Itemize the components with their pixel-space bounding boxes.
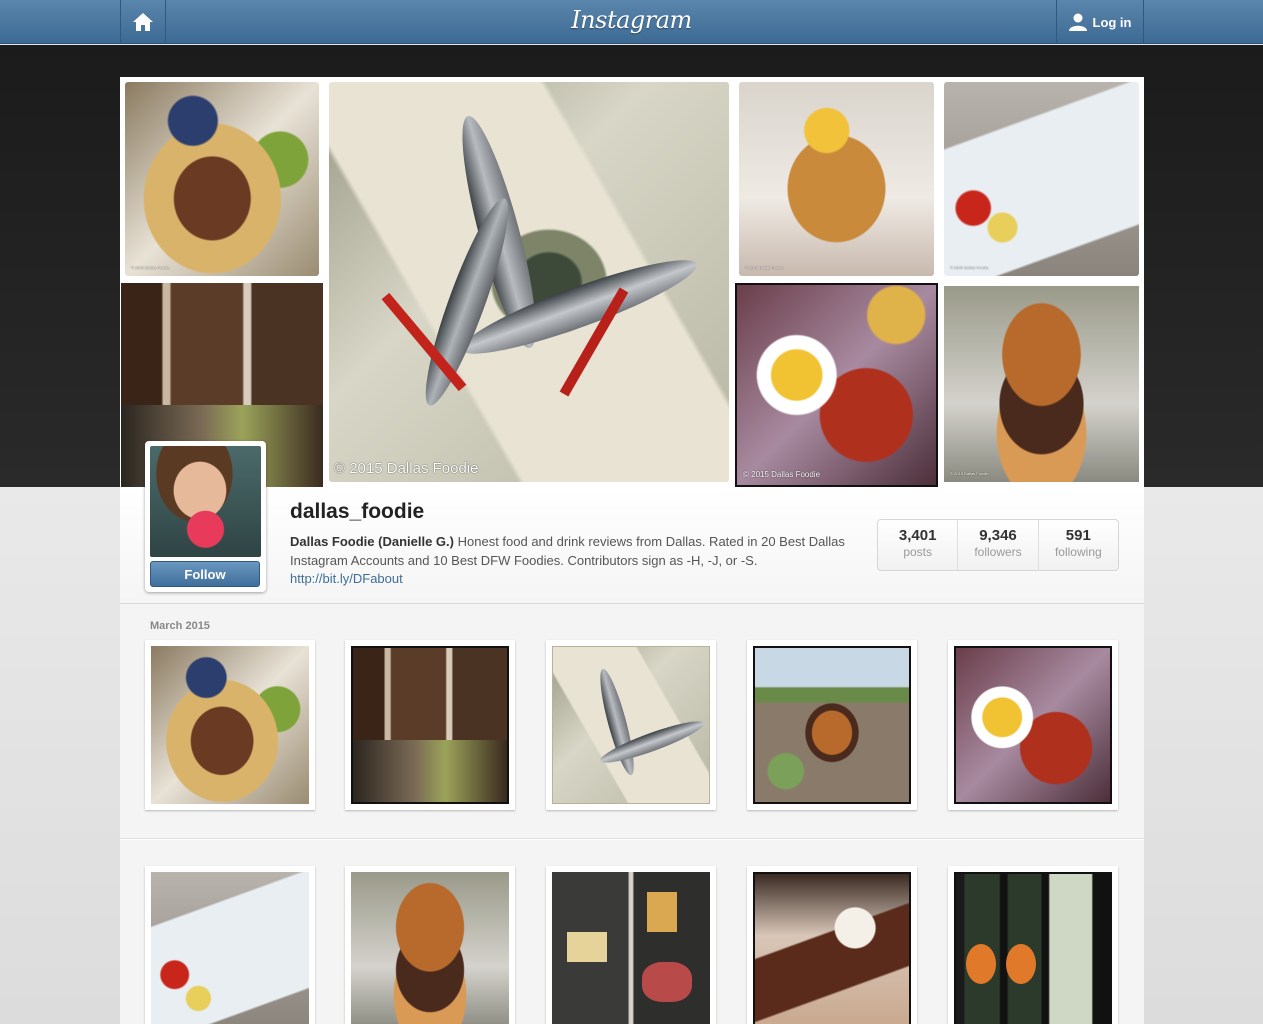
mosaic-photo-burger[interactable]: © 2015 Dallas Foodie	[939, 281, 1144, 487]
feed-photo-burger-fries[interactable]	[747, 640, 917, 810]
profile-full-name: Dallas Foodie (Danielle G.)	[290, 534, 454, 549]
feed-photo-chicken[interactable]	[948, 640, 1118, 810]
feed-photo-sardines[interactable]	[546, 640, 716, 810]
feed-photo-charcuterie[interactable]	[546, 866, 716, 1024]
watermark: © 2015 Dallas Foodie	[950, 471, 989, 476]
stat-label: followers	[974, 545, 1022, 559]
feed-photo-dessert[interactable]	[747, 866, 917, 1024]
login-label: Log in	[1092, 14, 1132, 30]
stat-following[interactable]: 591 following	[1039, 520, 1118, 570]
feed-photo-wine[interactable]	[948, 866, 1118, 1024]
stat-followers[interactable]: 9,346 followers	[958, 520, 1039, 570]
watermark: © 2015 Dallas Foodie	[334, 460, 479, 477]
feed-photo-tasting[interactable]	[345, 640, 515, 810]
profile-website-link[interactable]: http://bit.ly/DFabout	[290, 571, 403, 586]
mosaic-photo-cocktail[interactable]: © 2015 Dallas Foodie	[734, 77, 939, 281]
mosaic-photo-sardines[interactable]: © 2015 Dallas Foodie	[324, 77, 734, 487]
feed-photo-tacos[interactable]	[145, 640, 315, 810]
profile-stats: 3,401 posts 9,346 followers 591 followin…	[877, 519, 1119, 571]
profile-username: dallas_foodie	[290, 500, 425, 523]
stat-label: following	[1054, 545, 1102, 559]
profile-bio: Dallas Foodie (Danielle G.) Honest food …	[290, 532, 860, 570]
stat-posts[interactable]: 3,401 posts	[878, 520, 959, 570]
photo-mosaic: © 2015 Dallas Foodie © 2015 Dallas Foodi…	[120, 77, 1144, 487]
stat-value: 591	[1065, 527, 1091, 544]
mosaic-photo-tacos[interactable]: © 2015 Dallas Foodie	[120, 77, 324, 281]
user-icon	[1068, 13, 1087, 31]
watermark: © 2015 Dallas Foodie	[745, 265, 784, 270]
watermark: © 2015 Dallas Foodie	[743, 470, 821, 479]
stat-label: posts	[903, 545, 932, 559]
avatar[interactable]	[150, 446, 261, 557]
feed-photo-burger[interactable]	[345, 866, 515, 1024]
mosaic-photo-chicken[interactable]: © 2015 Dallas Foodie	[734, 281, 939, 487]
mosaic-photo-oysters[interactable]: © 2015 Dallas Foodie	[939, 77, 1144, 281]
section-divider	[120, 838, 1144, 840]
follow-button[interactable]: Follow	[150, 561, 260, 587]
watermark: © 2015 Dallas Foodie	[131, 265, 170, 270]
month-heading: March 2015	[150, 620, 210, 632]
profile-avatar-card: Follow	[145, 441, 266, 592]
feed-photo-oysters[interactable]	[145, 866, 315, 1024]
top-nav-bar: Instagram Log in	[0, 0, 1263, 44]
login-button[interactable]: Log in	[1056, 0, 1144, 44]
watermark: © 2015 Dallas Foodie	[950, 265, 989, 270]
stat-value: 3,401	[898, 527, 937, 544]
stat-value: 9,346	[979, 527, 1017, 544]
